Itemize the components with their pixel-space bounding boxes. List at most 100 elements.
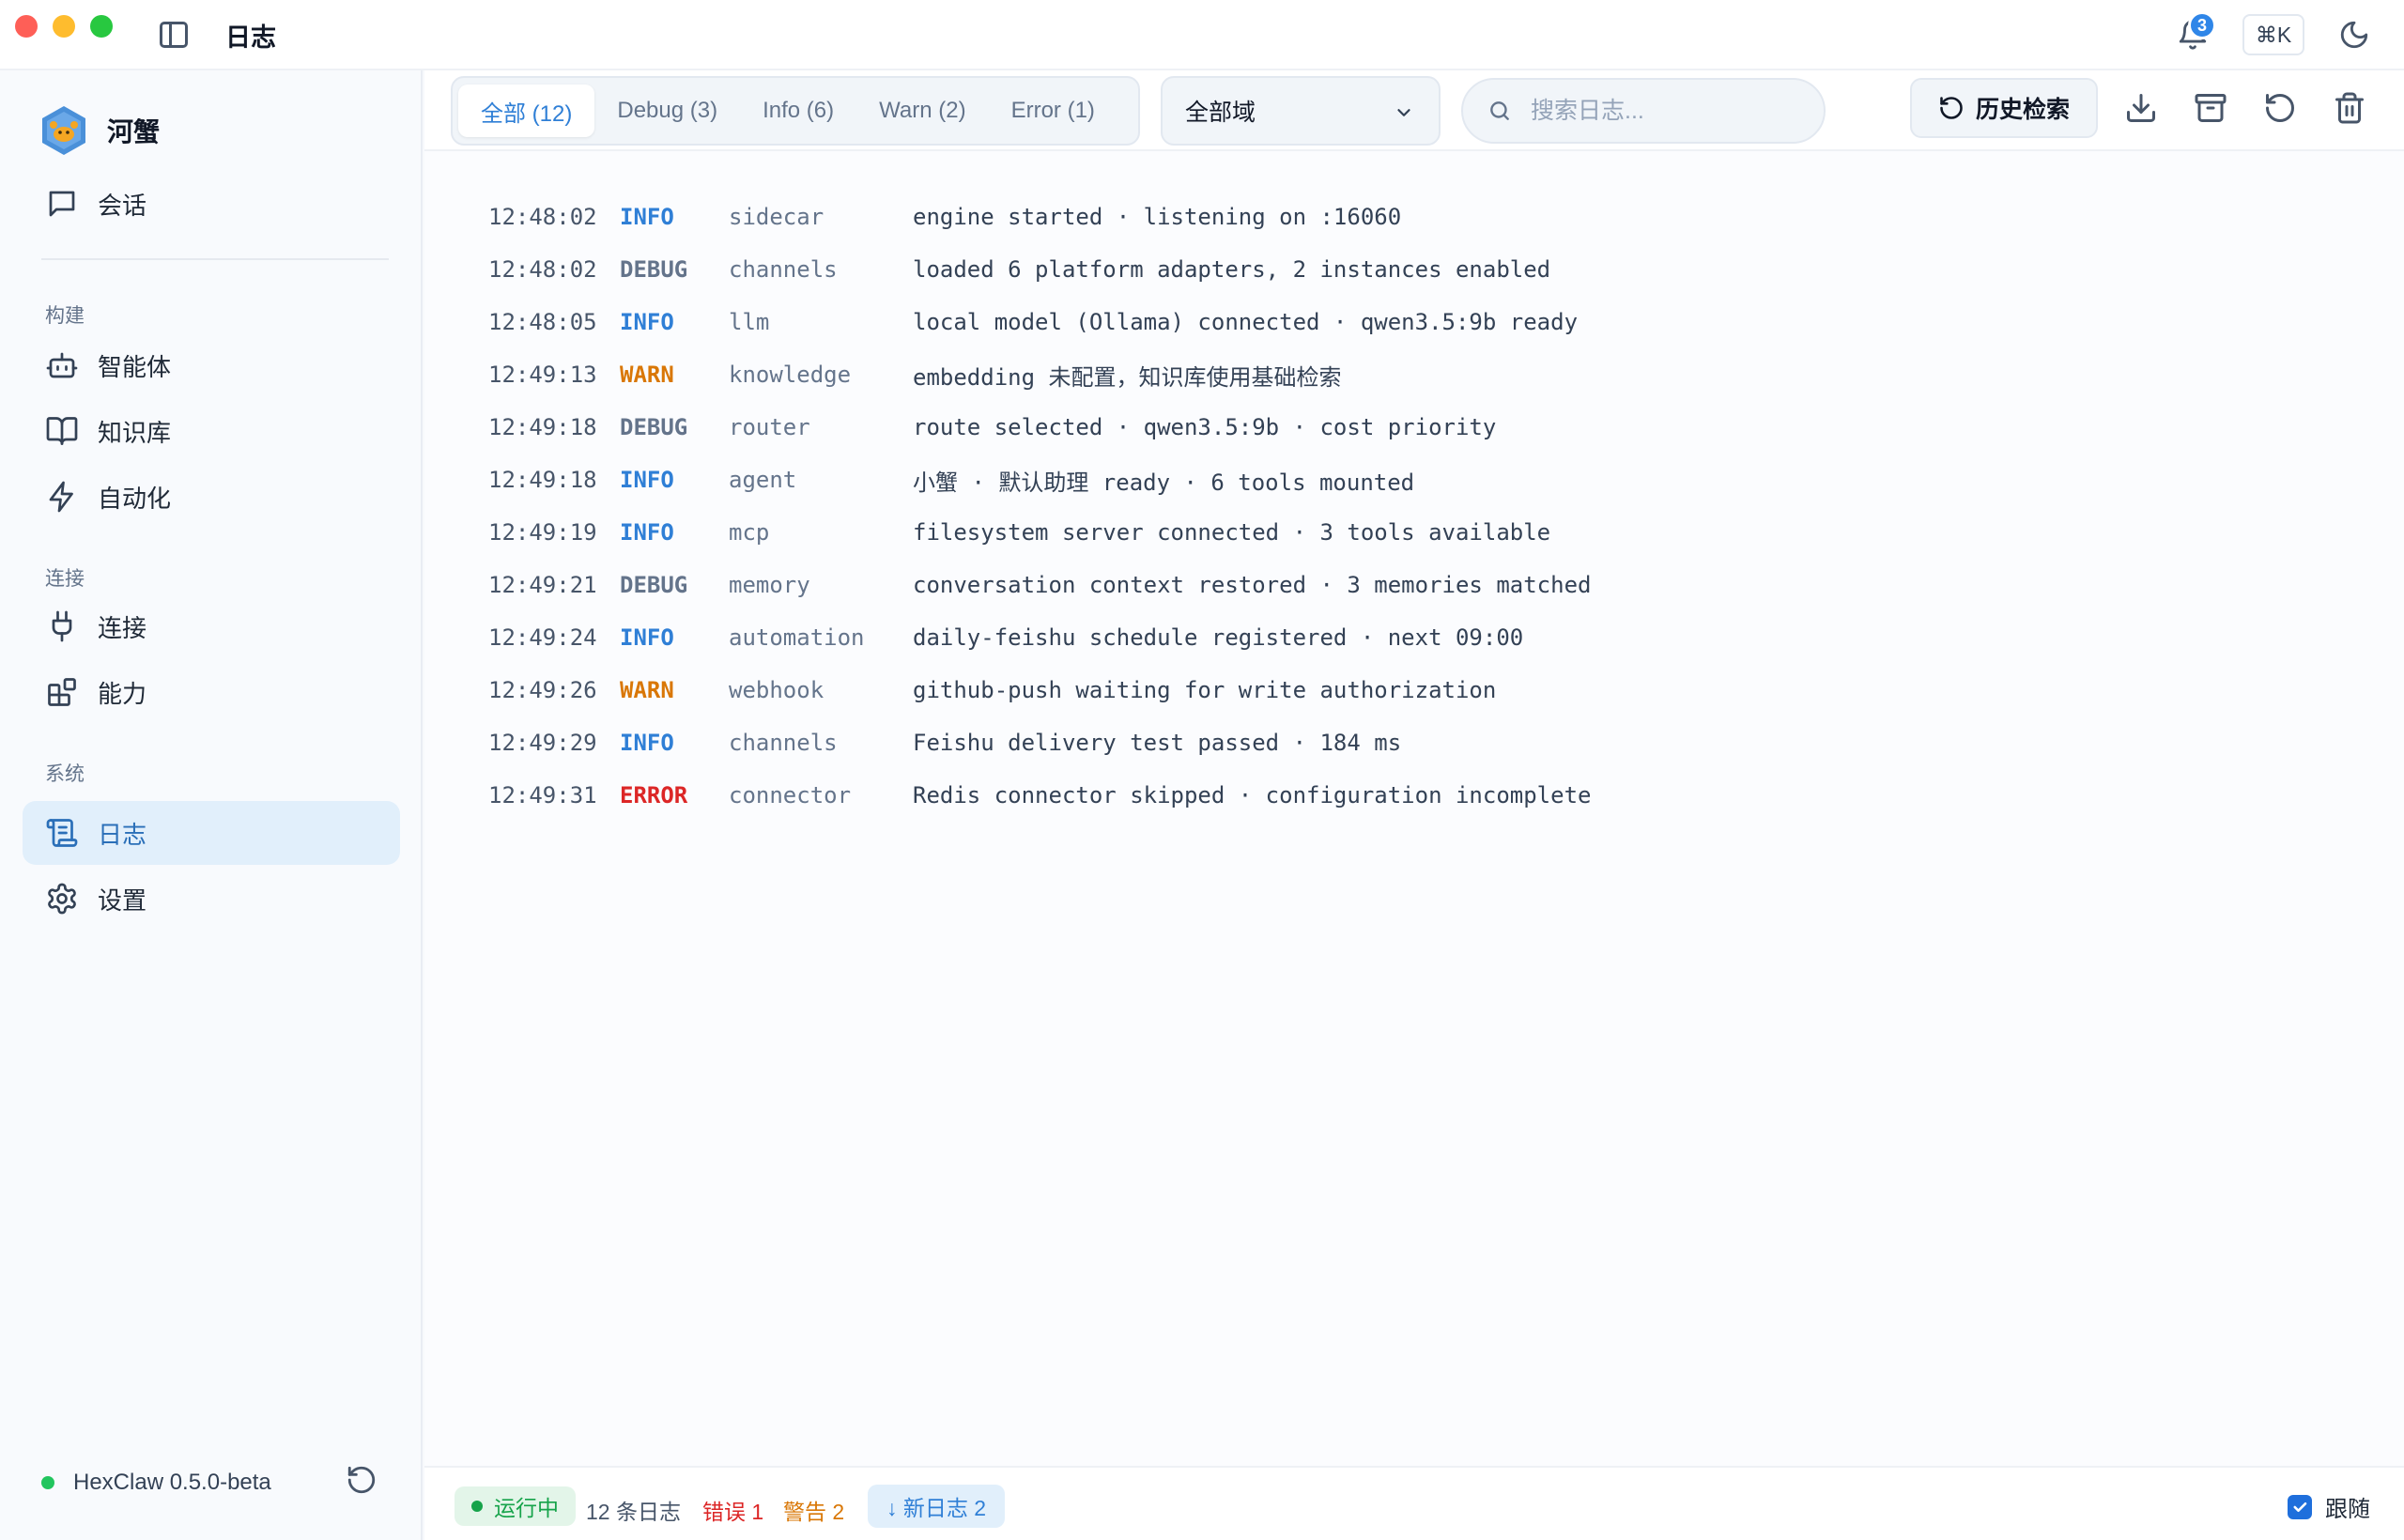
trash-icon[interactable] — [2333, 91, 2366, 125]
log-message: 小蟹 · 默认助理 ready · 6 tools mounted — [913, 469, 1415, 496]
log-row[interactable]: 12:49:29 INFO channels Feishu delivery test… — [488, 724, 1401, 762]
status-bar: 运行中 12 条日志 错误 1 警告 2 ↓ 新日志 2 跟随 — [424, 1466, 2404, 1540]
warning-count: 警告 2 — [783, 1500, 845, 1524]
log-level: DEBUG — [620, 414, 688, 440]
log-level: INFO — [620, 624, 674, 651]
plug-icon — [52, 610, 72, 642]
refresh-icon[interactable] — [346, 1464, 378, 1496]
log-message: local model (Ollama) connected · qwen3.5… — [913, 309, 1579, 335]
close-window-button[interactable] — [15, 15, 38, 38]
sidebar: 河蟹 会话 构建 智能体 知识库 自动化 连接 连接 能力 系统 日志 设置 H… — [0, 70, 423, 1540]
sidebar-item-automation[interactable]: 自动化 — [23, 465, 400, 529]
tab-debug[interactable]: Debug (3) — [594, 85, 740, 137]
chat-icon — [49, 191, 75, 217]
download-icon[interactable] — [2124, 91, 2158, 125]
log-level: ERROR — [620, 782, 688, 808]
domain-select[interactable]: 全部域 — [1161, 76, 1441, 146]
log-source: router — [729, 414, 810, 440]
log-time: 12:48:05 — [488, 309, 597, 335]
brand-name: 河蟹 — [107, 117, 161, 146]
log-source: automation — [729, 624, 865, 651]
sidebar-item-logs[interactable]: 日志 — [23, 801, 400, 865]
running-label: 运行中 — [494, 1496, 559, 1520]
tab-all[interactable]: 全部 (12) — [458, 85, 595, 137]
log-level: DEBUG — [620, 572, 688, 598]
tab-info[interactable]: Info (6) — [740, 85, 856, 137]
section-label-system: 系统 — [45, 763, 85, 785]
check-icon — [2293, 1502, 2307, 1512]
log-row[interactable]: 12:48:02 DEBUG channels loaded 6 platform a… — [488, 251, 1550, 288]
log-row[interactable]: 12:49:18 INFO agent 小蟹 · 默认助理 ready · 6 too… — [488, 461, 1414, 499]
log-row[interactable]: 12:49:24 INFO automation daily-feishu sched… — [488, 619, 1523, 656]
sidebar-divider — [41, 258, 389, 260]
section-label-build: 构建 — [45, 305, 85, 327]
log-message: Redis connector skipped · configuration … — [913, 782, 1592, 808]
sidebar-item-connections[interactable]: 连接 — [23, 594, 400, 658]
sidebar-toggle-icon[interactable] — [160, 22, 188, 48]
tab-warn[interactable]: Warn (2) — [856, 85, 988, 137]
domain-select-value: 全部域 — [1185, 100, 1256, 126]
follow-checkbox[interactable] — [2288, 1494, 2312, 1519]
log-row[interactable]: 12:49:26 WARN webhook github-push waiting f… — [488, 671, 1496, 709]
log-row[interactable]: 12:48:02 INFO sidecar engine started · list… — [488, 198, 1401, 236]
log-source: sidecar — [729, 204, 824, 230]
log-level: INFO — [620, 519, 674, 546]
log-message: daily-feishu schedule registered · next … — [913, 624, 1524, 651]
log-time: 12:49:24 — [488, 624, 597, 651]
brand[interactable]: 河蟹 — [39, 104, 160, 157]
running-status-badge: 运行中 — [455, 1486, 576, 1526]
log-message: route selected · qwen3.5:9b · cost prior… — [913, 414, 1497, 440]
sidebar-item-label: 自动化 — [98, 484, 172, 513]
log-message: conversation context restored · 3 memori… — [913, 572, 1592, 598]
scroll-icon — [46, 819, 78, 847]
robot-icon — [46, 352, 78, 378]
log-row[interactable]: 12:49:18 DEBUG router route selected · qwen… — [488, 408, 1496, 446]
command-palette-button[interactable]: ⌘K — [2242, 14, 2304, 55]
sidebar-item-label: 设置 — [98, 886, 147, 915]
log-row[interactable]: 12:48:05 INFO llm local model (Ollama) conn… — [488, 303, 1578, 341]
log-message: engine started · listening on :16060 — [913, 204, 1402, 230]
follow-label: 跟随 — [2325, 1497, 2370, 1522]
log-row[interactable]: 12:49:19 INFO mcp filesystem server connect… — [488, 514, 1550, 551]
level-tabs: 全部 (12) Debug (3) Info (6) Warn (2) Erro… — [451, 76, 1140, 146]
lightning-icon — [49, 481, 73, 513]
book-icon — [46, 417, 78, 445]
search-input[interactable] — [1531, 97, 1812, 125]
sidebar-item-label: 日志 — [98, 820, 147, 849]
sidebar-item-chat[interactable]: 会话 — [23, 172, 400, 236]
follow-toggle[interactable]: 跟随 — [2288, 1490, 2370, 1523]
sidebar-item-capabilities[interactable]: 能力 — [23, 660, 400, 724]
log-source: llm — [729, 309, 770, 335]
log-level: WARN — [620, 677, 674, 703]
log-source: channels — [729, 730, 838, 756]
log-time: 12:49:18 — [488, 467, 597, 493]
minimize-window-button[interactable] — [53, 15, 75, 38]
log-toolbar: 全部 (12) Debug (3) Info (6) Warn (2) Erro… — [424, 70, 2404, 151]
sidebar-item-label: 会话 — [98, 191, 147, 220]
reload-icon[interactable] — [2263, 91, 2297, 125]
crab-logo-icon — [42, 106, 85, 155]
maximize-window-button[interactable] — [90, 15, 113, 38]
sidebar-item-knowledge[interactable]: 知识库 — [23, 399, 400, 463]
log-time: 12:49:31 — [488, 782, 597, 808]
archive-icon[interactable] — [2194, 91, 2227, 125]
version-info: HexClaw 0.5.0-beta — [41, 1470, 271, 1496]
history-icon — [1940, 97, 1963, 119]
sidebar-item-label: 能力 — [98, 679, 147, 708]
new-logs-button[interactable]: ↓ 新日志 2 — [868, 1485, 1006, 1528]
log-row[interactable]: 12:49:21 DEBUG memory conversation context … — [488, 566, 1591, 604]
log-level: INFO — [620, 204, 674, 230]
history-search-button[interactable]: 历史检索 — [1910, 78, 2098, 138]
log-level: DEBUG — [620, 256, 688, 283]
log-time: 12:49:13 — [488, 362, 597, 388]
log-source: agent — [729, 467, 797, 493]
log-source: connector — [729, 782, 852, 808]
log-time: 12:49:26 — [488, 677, 597, 703]
log-row[interactable]: 12:49:13 WARN knowledge embedding 未配置，知识库使用… — [488, 356, 1342, 393]
log-row[interactable]: 12:49:31 ERROR connector Redis connector sk… — [488, 777, 1591, 814]
tab-error[interactable]: Error (1) — [989, 85, 1117, 137]
sidebar-item-settings[interactable]: 设置 — [23, 867, 400, 931]
log-time: 12:49:29 — [488, 730, 597, 756]
sidebar-item-agents[interactable]: 智能体 — [23, 333, 400, 397]
moon-icon[interactable] — [2338, 19, 2370, 51]
